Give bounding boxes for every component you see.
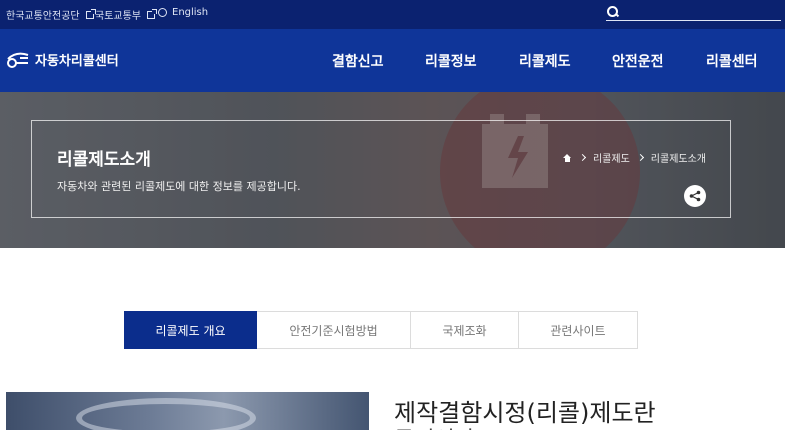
menu-recall-info[interactable]: 리콜정보 xyxy=(425,51,477,71)
globe-icon xyxy=(158,8,167,17)
search-input[interactable] xyxy=(624,4,781,20)
breadcrumb: 리콜제도 리콜제도소개 xyxy=(562,150,706,165)
breadcrumb-item[interactable]: 리콜제도 xyxy=(593,150,630,165)
link-molit[interactable]: 국토교통부 xyxy=(95,7,157,22)
share-icon xyxy=(689,190,701,202)
menu-safe-driving[interactable]: 안전운전 xyxy=(612,51,664,71)
tab-recall-overview[interactable]: 리콜제도 개요 xyxy=(124,311,257,349)
link-kotsa[interactable]: 한국교통안전공단 xyxy=(6,7,96,22)
external-link-icon xyxy=(147,8,157,19)
link-english[interactable]: English xyxy=(158,7,208,18)
tab-international-harmonization[interactable]: 국제조화 xyxy=(411,311,519,349)
link-english-label: English xyxy=(172,7,209,18)
site-logo[interactable]: 자동차리콜센터 xyxy=(6,49,119,69)
section-subtitle: 무엇인가? xyxy=(394,422,487,430)
tab-safety-test-methods[interactable]: 안전기준시험방법 xyxy=(257,311,411,349)
chevron-right-icon xyxy=(578,153,587,162)
breadcrumb-item[interactable]: 리콜제도소개 xyxy=(651,150,706,165)
image-detail xyxy=(76,398,256,430)
menu-recall-system[interactable]: 리콜제도 xyxy=(519,51,571,71)
search-box xyxy=(606,4,781,21)
search-icon[interactable] xyxy=(606,5,620,19)
menu-defect-report[interactable]: 결함신고 xyxy=(332,51,384,71)
car-logo-icon xyxy=(7,52,29,68)
logo-text: 자동차리콜센터 xyxy=(35,53,119,69)
page-description: 자동차와 관련된 리콜제도에 대한 정보를 제공합니다. xyxy=(57,180,301,193)
content-tabs: 리콜제도 개요 안전기준시험방법 국제조화 관련사이트 xyxy=(124,311,638,349)
link-kotsa-label: 한국교통안전공단 xyxy=(6,11,80,22)
tab-related-sites[interactable]: 관련사이트 xyxy=(519,311,638,349)
home-icon[interactable] xyxy=(562,153,572,162)
main-nav: 자동차리콜센터 결함신고 리콜정보 리콜제도 안전운전 리콜센터 xyxy=(0,29,785,92)
external-link-icon xyxy=(85,8,96,19)
menu-recall-center[interactable]: 리콜센터 xyxy=(706,51,758,71)
share-button[interactable] xyxy=(684,185,706,207)
utility-bar: 한국교통안전공단 국토교통부 English xyxy=(0,0,785,29)
hero-title-box: 리콜제도소개 자동차와 관련된 리콜제도에 대한 정보를 제공합니다. 리콜제도… xyxy=(31,120,731,218)
page-title: 리콜제도소개 xyxy=(57,150,151,170)
hero-banner: 리콜제도소개 자동차와 관련된 리콜제도에 대한 정보를 제공합니다. 리콜제도… xyxy=(0,92,785,248)
link-molit-label: 국토교통부 xyxy=(95,11,141,22)
chevron-right-icon xyxy=(636,153,644,162)
content-image xyxy=(6,392,369,430)
